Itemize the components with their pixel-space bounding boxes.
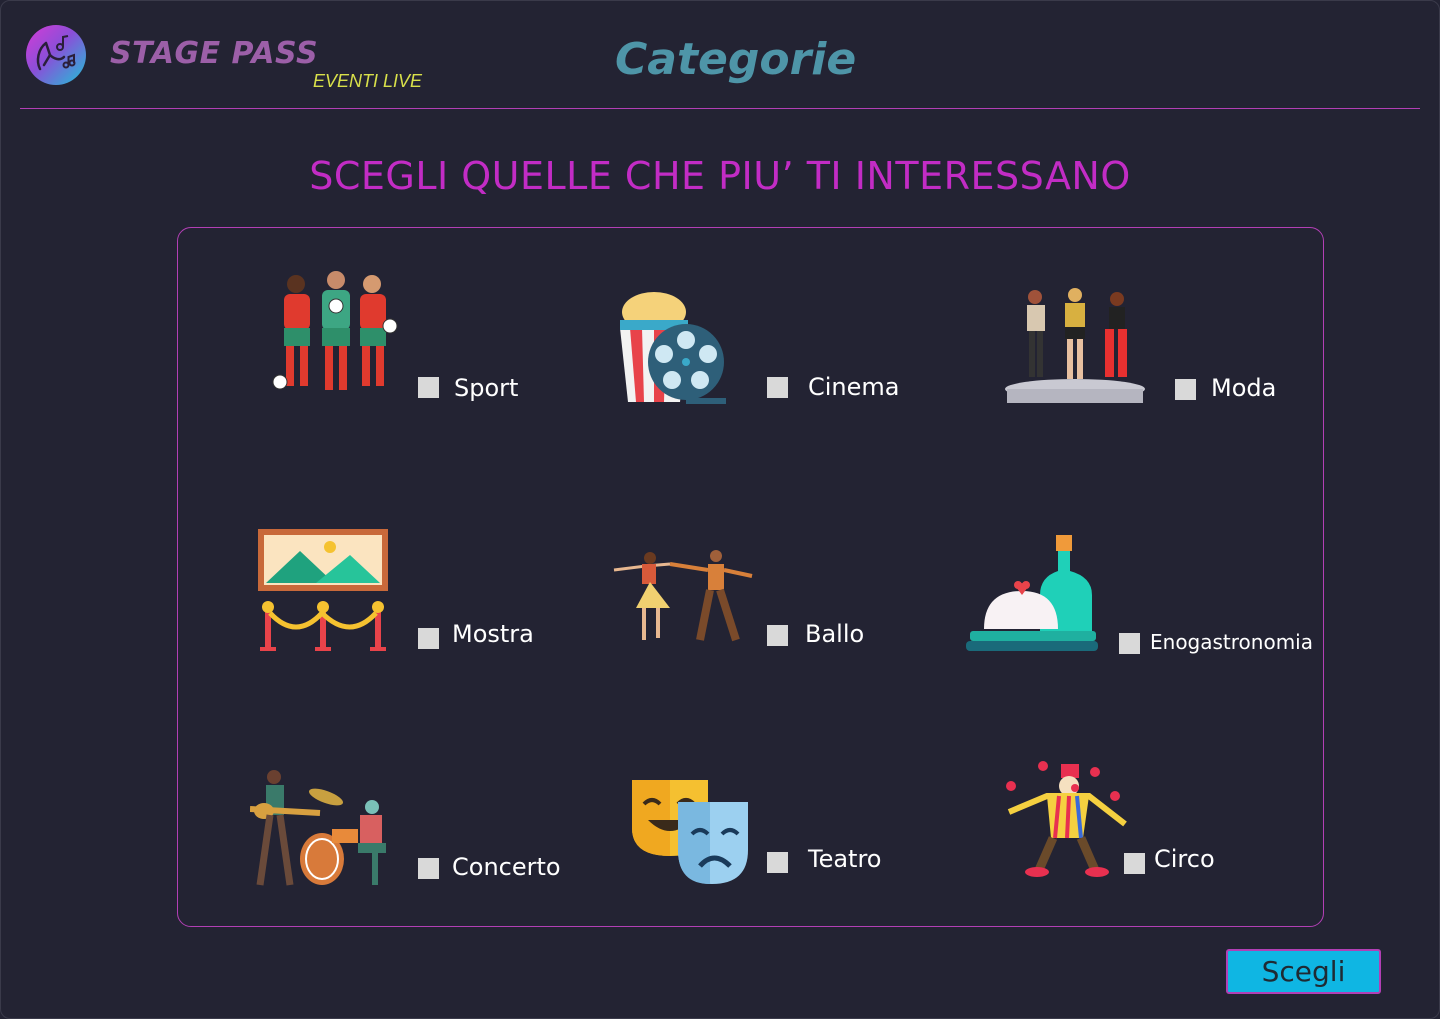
juggling-clown-icon [1003,760,1131,882]
brand-tagline: EVENTI LIVE [313,71,423,91]
cinema-label: Cinema [808,373,900,401]
football-players-icon [268,270,403,402]
teatro-checkbox[interactable] [767,852,788,873]
section-subtitle: SCEGLI QUELLE CHE PIU’ TI INTERESSANO [309,154,1131,198]
cinema-checkbox[interactable] [767,377,788,398]
page-title: Categorie [615,34,857,85]
brand-name: STAGE PASS [110,36,319,71]
food-wine-icon [966,533,1098,659]
ballo-label: Ballo [805,620,865,648]
logo-icon[interactable] [26,25,86,85]
moda-label: Moda [1211,374,1277,402]
mostra-label: Mostra [452,620,534,648]
choose-button[interactable]: Scegli [1226,949,1381,994]
concerto-label: Concerto [452,853,561,881]
mostra-checkbox[interactable] [418,628,439,649]
dancing-couple-icon [612,548,762,652]
header-divider [20,108,1420,109]
fashion-models-icon [1003,285,1148,411]
popcorn-film-reel-icon [612,290,730,412]
circo-checkbox[interactable] [1124,853,1145,874]
ballo-checkbox[interactable] [767,625,788,646]
teatro-label: Teatro [808,845,882,873]
theater-masks-icon [630,778,752,888]
art-exhibition-icon [256,529,391,657]
circo-label: Circo [1154,845,1215,873]
moda-checkbox[interactable] [1175,379,1196,400]
enogastronomia-checkbox[interactable] [1119,633,1140,654]
sport-checkbox[interactable] [418,377,439,398]
band-concert-icon [249,767,390,891]
concerto-checkbox[interactable] [418,858,439,879]
enogastronomia-label: Enogastronomia [1150,630,1313,654]
sport-label: Sport [454,374,519,402]
